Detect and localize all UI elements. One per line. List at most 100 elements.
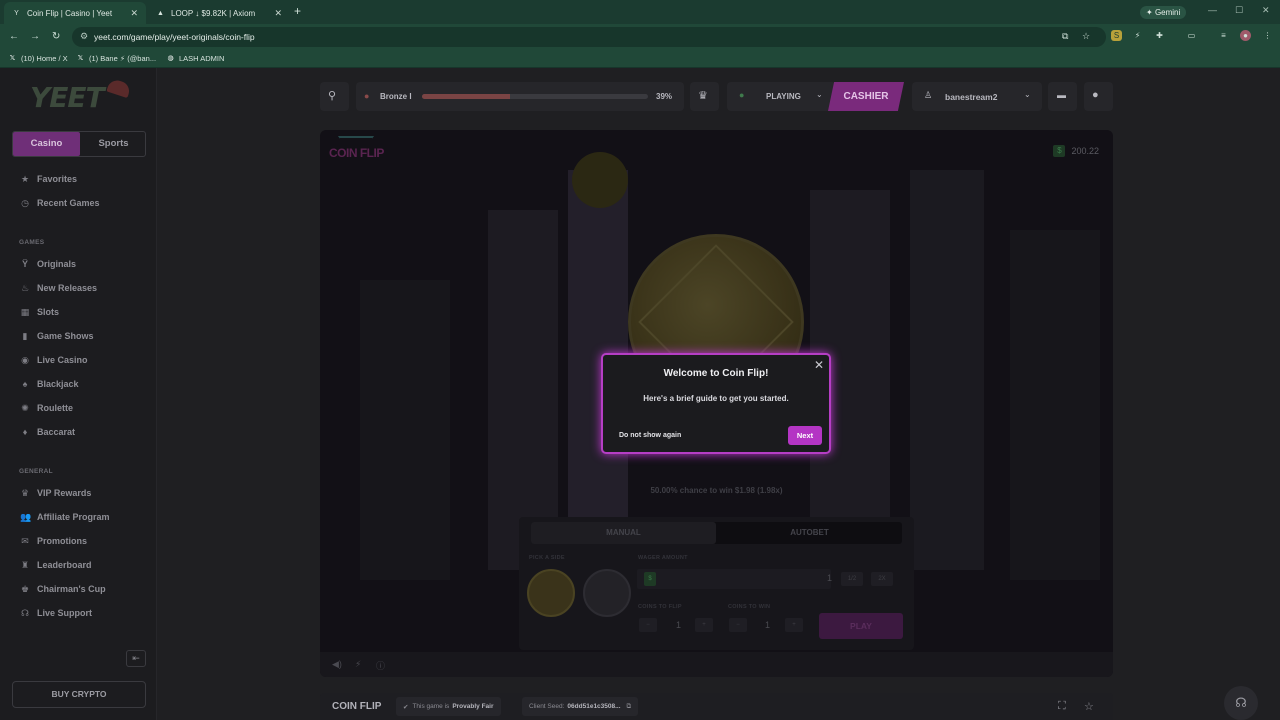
sidebar-item-live-support[interactable]: ☊ Live Support — [20, 606, 92, 620]
tab-axiom[interactable]: ▲ LOOP ↓ $9.82K | Axiom ✕ — [148, 2, 290, 24]
bookmark-label: (10) Home / X — [21, 54, 68, 63]
turbo-lightning-icon[interactable]: ⚡ — [355, 659, 361, 670]
menu-kebab-icon[interactable]: ⋮ — [1262, 30, 1273, 41]
decrement-flip-button[interactable]: − — [639, 618, 657, 632]
sidebar-item-label: Live Support — [37, 608, 93, 618]
decrement-win-button[interactable]: − — [729, 618, 747, 632]
tab-casino[interactable]: Casino — [13, 132, 80, 156]
rank-progress-bar — [422, 94, 648, 99]
wallet-button[interactable]: ▬ — [1048, 82, 1077, 111]
play-button[interactable]: PLAY — [819, 613, 903, 639]
sidebar-item-chairmans-cup[interactable]: ♚ Chairman's Cup — [20, 582, 106, 596]
sidebar-item-label: Promotions — [37, 536, 88, 546]
favorite-star-icon[interactable]: ☆ — [1084, 700, 1094, 713]
minimize-icon[interactable]: — — [1208, 5, 1217, 15]
yeet-logo[interactable]: YEET — [24, 77, 134, 114]
x-logo-icon: 𝕏 — [9, 55, 16, 62]
sidebar-item-affiliate-program[interactable]: 👥 Affiliate Program — [20, 510, 110, 524]
sidebar-item-originals[interactable]: Ÿ Originals — [20, 257, 76, 271]
pick-side-label: PICK A SIDE — [529, 555, 565, 561]
next-button[interactable]: Next — [788, 426, 822, 445]
tab-coin-flip[interactable]: Y Coin Flip | Casino | Yeet ✕ — [4, 2, 146, 24]
crown-icon: ♛ — [698, 90, 708, 102]
sidebar-item-new-releases[interactable]: ♨ New Releases — [20, 281, 97, 295]
increment-win-button[interactable]: + — [785, 618, 803, 632]
gemini-button[interactable]: ✦ Gemini — [1140, 6, 1187, 19]
buy-crypto-button[interactable]: BUY CRYPTO — [12, 681, 146, 708]
site-info-icon[interactable]: ⚙ — [80, 31, 88, 42]
forward-icon[interactable]: → — [30, 31, 40, 42]
chart-bars-icon: ▮ — [22, 331, 28, 341]
background-building — [488, 210, 558, 570]
live-support-button[interactable]: ☊ — [1224, 686, 1258, 720]
bookmark-lash-admin[interactable]: ◍ LASH ADMIN — [166, 54, 224, 63]
clock-icon: ◷ — [21, 198, 29, 208]
sidebar-item-promotions[interactable]: ✉ Promotions — [20, 534, 87, 548]
extension-icon[interactable]: ⚡ — [1132, 30, 1143, 41]
sidebar-item-game-shows[interactable]: ▮ Game Shows — [20, 329, 94, 343]
vip-crown-button[interactable]: ♛ — [690, 82, 719, 111]
tails-side-button[interactable] — [583, 569, 631, 617]
check-circle-icon: ✔ — [403, 703, 409, 711]
tab-autobet[interactable]: AUTOBET — [717, 522, 902, 544]
wager-amount-field[interactable] — [637, 569, 831, 589]
sidebar-item-favorites[interactable]: ★ Favorites — [20, 172, 77, 186]
sidebar-item-recent-games[interactable]: ◷ Recent Games — [20, 196, 99, 210]
sidebar-item-leaderboard[interactable]: ♜ Leaderboard — [20, 558, 92, 572]
user-menu[interactable]: ♙ banestream2 ⌄ — [912, 82, 1042, 111]
copy-icon[interactable]: ⧉ — [627, 703, 632, 711]
client-seed-pill[interactable]: Client Seed: 06dd51e1c3508... ⧉ — [522, 697, 639, 716]
new-tab-icon[interactable]: + — [294, 4, 301, 18]
bookmark-bane[interactable]: 𝕏 (1) Bane ⚡ (@ban... — [76, 54, 156, 63]
sidebar-item-label: Game Shows — [37, 331, 94, 341]
chat-button[interactable]: ● — [1084, 82, 1113, 111]
background-moon-coin — [572, 152, 628, 208]
fullscreen-icon[interactable]: ⛶ — [1058, 700, 1066, 713]
tab-sports[interactable]: Sports — [80, 132, 147, 156]
tab-manual[interactable]: MANUAL — [531, 522, 716, 544]
install-app-icon[interactable]: ⧉ — [1062, 31, 1068, 42]
heads-side-button[interactable] — [527, 569, 575, 617]
info-icon[interactable]: ⓘ — [376, 659, 385, 672]
casino-sports-toggle: Casino Sports — [12, 131, 146, 157]
sidebar-item-label: Live Casino — [37, 355, 88, 365]
cashier-button[interactable]: CASHIER — [828, 82, 904, 111]
chevron-down-icon: ⌄ — [1024, 90, 1031, 99]
sidebar-item-label: Favorites — [37, 174, 78, 184]
sidebar-item-live-casino[interactable]: ◉ Live Casino — [20, 353, 88, 367]
double-button[interactable]: 2X — [871, 572, 893, 586]
maximize-icon[interactable]: ☐ — [1235, 5, 1243, 16]
bookmark-x-home[interactable]: 𝕏 (10) Home / X — [8, 54, 68, 63]
gemini-label: Gemini — [1154, 8, 1181, 17]
close-tab-icon[interactable]: ✕ — [130, 8, 138, 19]
sidebar-item-label: Roulette — [37, 403, 73, 413]
sidebar-item-roulette[interactable]: ✺ Roulette — [20, 401, 73, 415]
back-icon[interactable]: ← — [9, 31, 19, 42]
rank-progress[interactable]: ● Bronze I 39% — [356, 82, 684, 111]
profile-avatar-icon[interactable]: ● — [1240, 30, 1251, 41]
search-button[interactable]: ⚲ — [320, 82, 349, 111]
sidebar-item-vip-rewards[interactable]: ♛ VIP Rewards — [20, 486, 91, 500]
provably-fair-badge[interactable]: ✔ This game is Provably Fair — [396, 697, 501, 716]
sidebar-item-slots[interactable]: ▦ Slots — [20, 305, 59, 319]
collapse-sidebar-button[interactable]: ⇤ — [126, 650, 146, 667]
bookmark-star-icon[interactable]: ☆ — [1082, 31, 1090, 42]
roulette-icon: ✺ — [21, 403, 29, 413]
reload-icon[interactable]: ↻ — [52, 31, 60, 42]
sidebar-item-baccarat[interactable]: ♦ Baccarat — [20, 425, 75, 439]
do-not-show-again-link[interactable]: Do not show again — [619, 432, 681, 439]
sidebar-item-blackjack[interactable]: ♠ Blackjack — [20, 377, 79, 391]
half-button[interactable]: 1/2 — [841, 572, 863, 586]
close-window-icon[interactable]: ✕ — [1262, 5, 1270, 16]
sidebar-item-label: Chairman's Cup — [37, 584, 106, 594]
extension-icon[interactable]: S — [1111, 30, 1122, 41]
increment-flip-button[interactable]: + — [695, 618, 713, 632]
playing-currency-select[interactable]: ● PLAYING ⌄ — [727, 82, 837, 111]
media-icon[interactable]: ≡ — [1218, 30, 1229, 41]
sound-icon[interactable]: ◀) — [332, 659, 342, 670]
side-panel-icon[interactable]: ▭ — [1186, 30, 1197, 41]
close-tab-icon[interactable]: ✕ — [274, 8, 282, 19]
address-bar[interactable]: ⚙ yeet.com/game/play/yeet-originals/coin… — [72, 27, 1106, 47]
browser-tab-bar: Y Coin Flip | Casino | Yeet ✕ ▲ LOOP ↓ $… — [0, 0, 1280, 24]
extensions-puzzle-icon[interactable]: ✚ — [1154, 30, 1165, 41]
